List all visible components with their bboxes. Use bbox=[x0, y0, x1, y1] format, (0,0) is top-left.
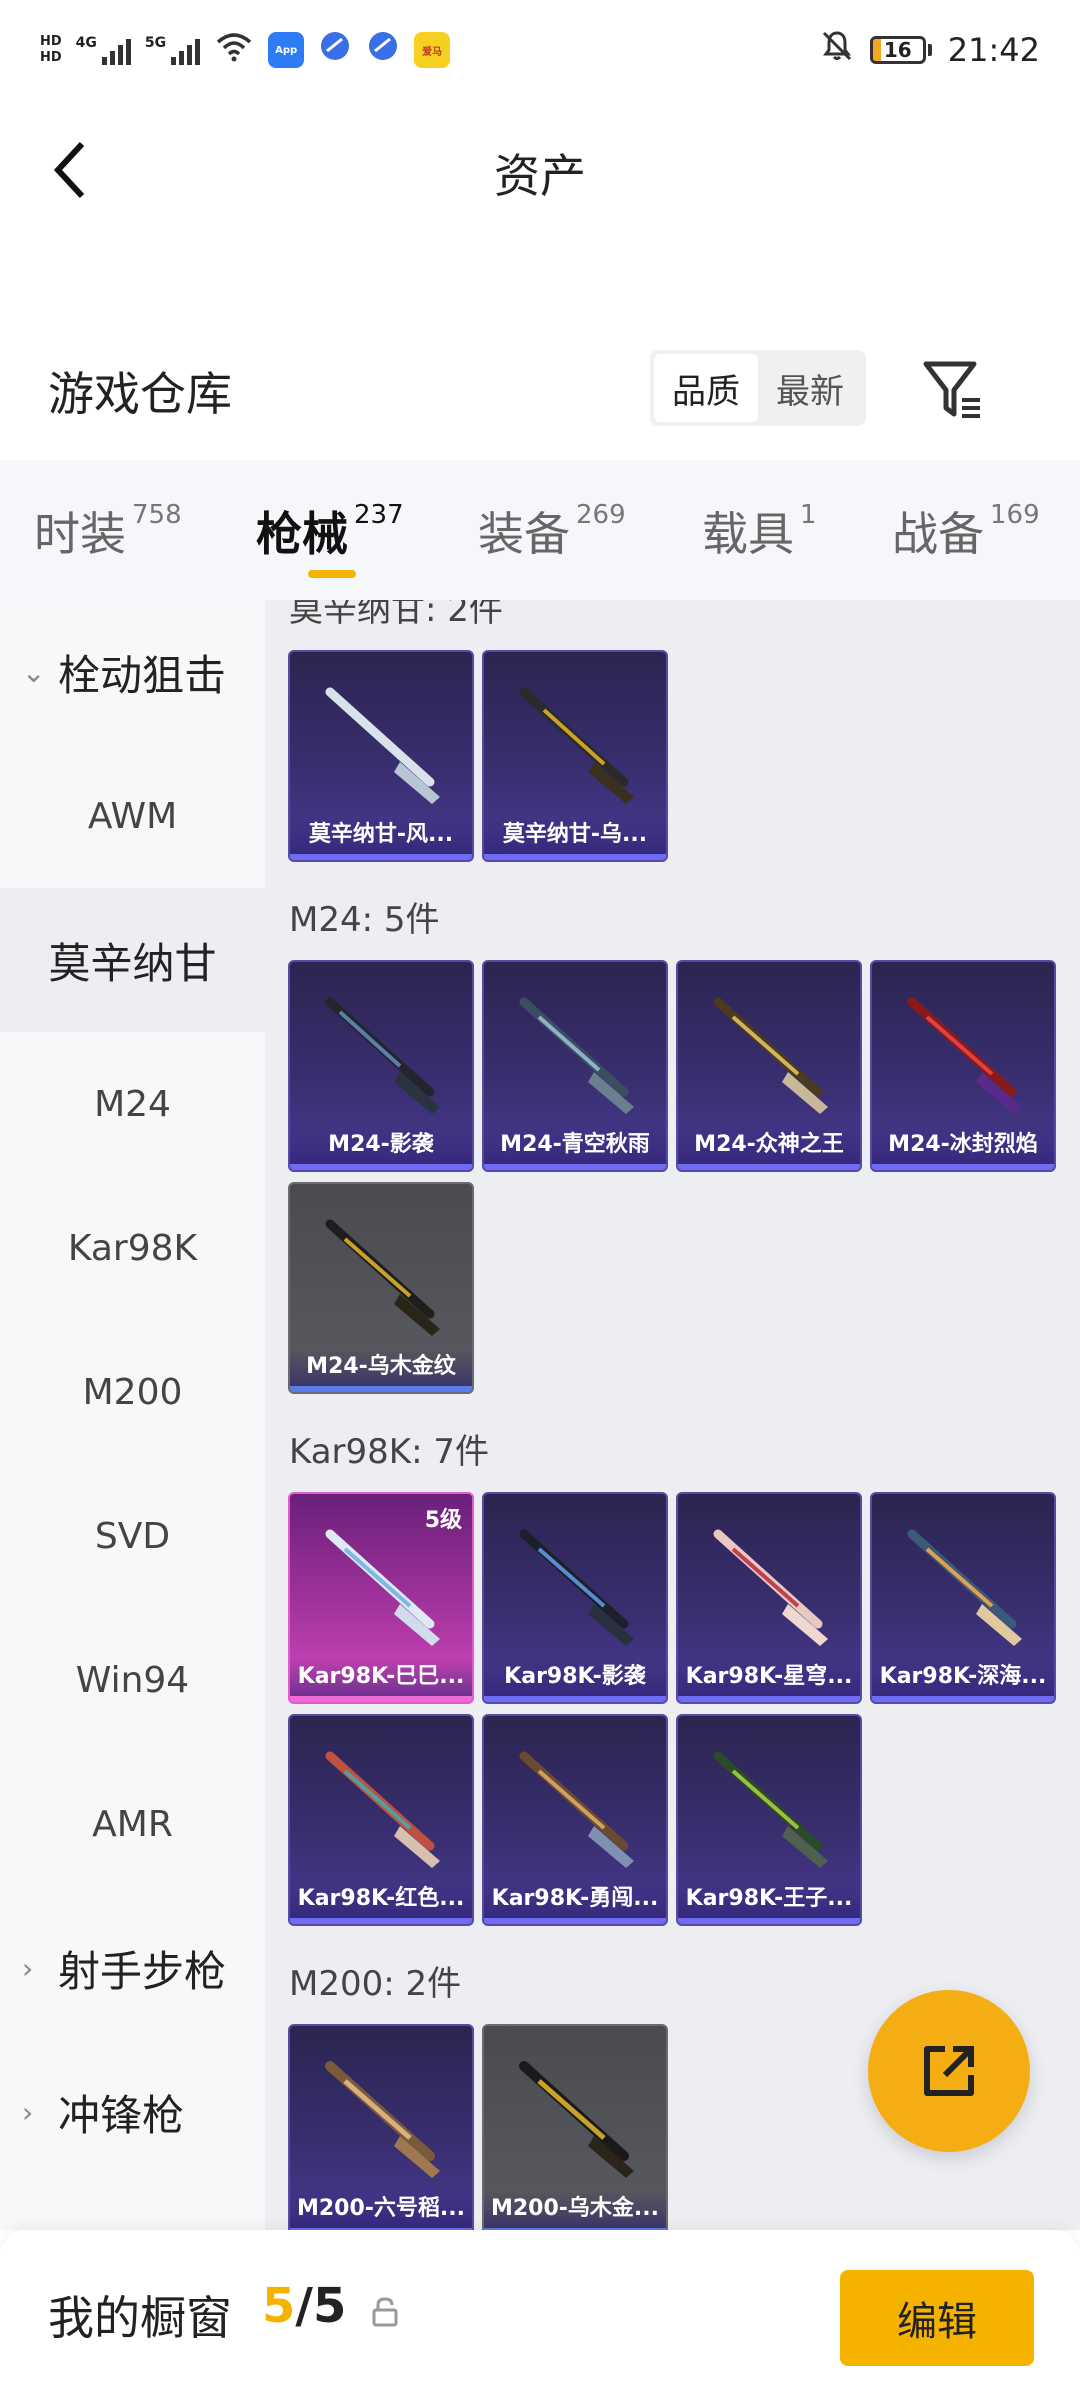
sidebar-item-mosin[interactable]: 莫辛纳甘 bbox=[0, 888, 265, 1032]
item-card[interactable]: Kar98K-星穹... bbox=[676, 1492, 862, 1704]
sort-option-quality[interactable]: 品质 bbox=[654, 354, 758, 422]
item-card[interactable]: M24-冰封烈焰 bbox=[870, 960, 1056, 1172]
app-root: { "status_bar": { "hd_labels": ["HD", "H… bbox=[0, 0, 1080, 2400]
hd-indicator: HD HD bbox=[40, 34, 62, 65]
rifle-image bbox=[519, 2061, 634, 2178]
item-card[interactable]: Kar98K-红色... bbox=[288, 1714, 474, 1926]
nav-bar: 资产 bbox=[0, 100, 1080, 240]
tab-outfits[interactable]: 时装 758 bbox=[34, 498, 182, 564]
tab-weapons[interactable]: 枪械 237 bbox=[256, 498, 404, 564]
tab-supplies[interactable]: 战备 169 bbox=[892, 498, 1040, 564]
app-notification-icon: 爱马 bbox=[414, 32, 451, 68]
rifle-image bbox=[519, 1529, 634, 1646]
rifle-image bbox=[519, 1751, 634, 1868]
wifi-icon bbox=[214, 30, 254, 70]
item-card[interactable]: 莫辛纳甘-乌... bbox=[482, 650, 668, 862]
rifle-image bbox=[519, 687, 634, 804]
mute-icon bbox=[820, 29, 854, 71]
chevron-right-icon: › bbox=[22, 1951, 34, 1985]
sidebar-item-svd[interactable]: SVD bbox=[0, 1464, 265, 1608]
share-button[interactable] bbox=[868, 1990, 1030, 2152]
rifle-image bbox=[325, 1751, 440, 1868]
section-title: 游戏仓库 bbox=[48, 367, 232, 421]
filter-button[interactable] bbox=[918, 354, 990, 426]
rifle-image bbox=[713, 997, 828, 1114]
rifle-image bbox=[907, 1529, 1022, 1646]
showcase-label: 我的橱窗 bbox=[48, 2291, 232, 2345]
item-card[interactable]: M200-六号稻... bbox=[288, 2024, 474, 2230]
sidebar-item-m24[interactable]: M24 bbox=[0, 1032, 265, 1176]
clock: 21:42 bbox=[947, 31, 1040, 69]
share-icon bbox=[924, 2046, 974, 2096]
item-card[interactable]: Kar98K-影袭 bbox=[482, 1492, 668, 1704]
item-card[interactable]: 5级 Kar98K-巳巳... bbox=[288, 1492, 474, 1704]
rifle-image bbox=[519, 997, 634, 1114]
item-card[interactable]: M24-影袭 bbox=[288, 960, 474, 1172]
filter-icon bbox=[923, 361, 980, 418]
page-title: 资产 bbox=[494, 149, 586, 203]
item-card[interactable]: M200-乌木金... bbox=[482, 2024, 668, 2230]
edit-button[interactable]: 编辑 bbox=[840, 2270, 1034, 2366]
rifle-image bbox=[325, 997, 440, 1114]
weapon-type-sidebar: ⌄ 栓动狙击 AWM 莫辛纳甘 M24 Kar98K M200 SVD Win9… bbox=[0, 600, 265, 2230]
battery-icon: 16 bbox=[869, 36, 932, 64]
sidebar-item-kar98k[interactable]: Kar98K bbox=[0, 1176, 265, 1320]
category-tabs: 时装 758 枪械 237 装备 269 载具 1 战备 169 bbox=[0, 460, 1080, 600]
signal-icon: 5G bbox=[145, 35, 201, 65]
rifle-image bbox=[325, 2061, 440, 2178]
rifle-image bbox=[713, 1529, 828, 1646]
item-card[interactable]: Kar98K-勇闯... bbox=[482, 1714, 668, 1926]
item-card[interactable]: M24-乌木金纹 bbox=[288, 1182, 474, 1394]
section-header-mosin: 莫辛纳甘: 2件 bbox=[289, 600, 503, 630]
section-header-m200: M200: 2件 bbox=[289, 1964, 462, 2004]
item-card[interactable]: M24-众神之王 bbox=[676, 960, 862, 1172]
signal-icon: 4G bbox=[76, 35, 131, 65]
active-tab-indicator bbox=[308, 570, 356, 578]
section-header-m24: M24: 5件 bbox=[289, 900, 440, 940]
app-notification-icon: App bbox=[268, 32, 305, 68]
item-grid-area: 莫辛纳甘: 2件 莫辛纳甘-风... 莫辛纳甘-乌... M24: 5件 M24… bbox=[265, 600, 1080, 2230]
section-header-kar98k: Kar98K: 7件 bbox=[289, 1432, 489, 1472]
item-card[interactable]: M24-青空秋雨 bbox=[482, 960, 668, 1172]
chevron-right-icon: › bbox=[22, 2095, 34, 2129]
lock-icon bbox=[372, 2297, 398, 2327]
rifle-image bbox=[325, 1219, 440, 1336]
app-notification-icon bbox=[318, 29, 352, 71]
item-card[interactable]: 莫辛纳甘-风... bbox=[288, 650, 474, 862]
warehouse-header: 游戏仓库 品质 最新 bbox=[0, 330, 1080, 450]
showcase-count: 5/5 bbox=[262, 2278, 347, 2334]
sidebar-item-m200[interactable]: M200 bbox=[0, 1320, 265, 1464]
rifle-image bbox=[325, 687, 440, 804]
item-card[interactable]: Kar98K-王子... bbox=[676, 1714, 862, 1926]
status-bar: HD HD 4G 5G App 爱马 16 21:42 bbox=[0, 0, 1080, 100]
sidebar-item-amr[interactable]: AMR bbox=[0, 1752, 265, 1896]
sidebar-group-marksman[interactable]: › 射手步枪 bbox=[0, 1896, 265, 2040]
tab-equipment[interactable]: 装备 269 bbox=[478, 498, 626, 564]
level-badge: 5级 bbox=[424, 1508, 462, 1533]
sidebar-group-bolt-sniper[interactable]: ⌄ 栓动狙击 bbox=[0, 600, 265, 744]
app-notification-icon bbox=[366, 29, 400, 71]
sidebar-group-smg[interactable]: › 冲锋枪 bbox=[0, 2040, 265, 2184]
sidebar-item-win94[interactable]: Win94 bbox=[0, 1608, 265, 1752]
rifle-image bbox=[713, 1751, 828, 1868]
tab-vehicles[interactable]: 载具 1 bbox=[702, 498, 817, 564]
rifle-image bbox=[907, 997, 1022, 1114]
sidebar-item-awm[interactable]: AWM bbox=[0, 744, 265, 888]
item-card[interactable]: Kar98K-深海... bbox=[870, 1492, 1056, 1704]
showcase-bar: 我的橱窗 5/5 编辑 bbox=[0, 2230, 1080, 2400]
chevron-down-icon: ⌄ bbox=[22, 655, 46, 689]
sort-toggle: 品质 最新 bbox=[650, 350, 866, 426]
sort-option-newest[interactable]: 最新 bbox=[758, 354, 862, 422]
